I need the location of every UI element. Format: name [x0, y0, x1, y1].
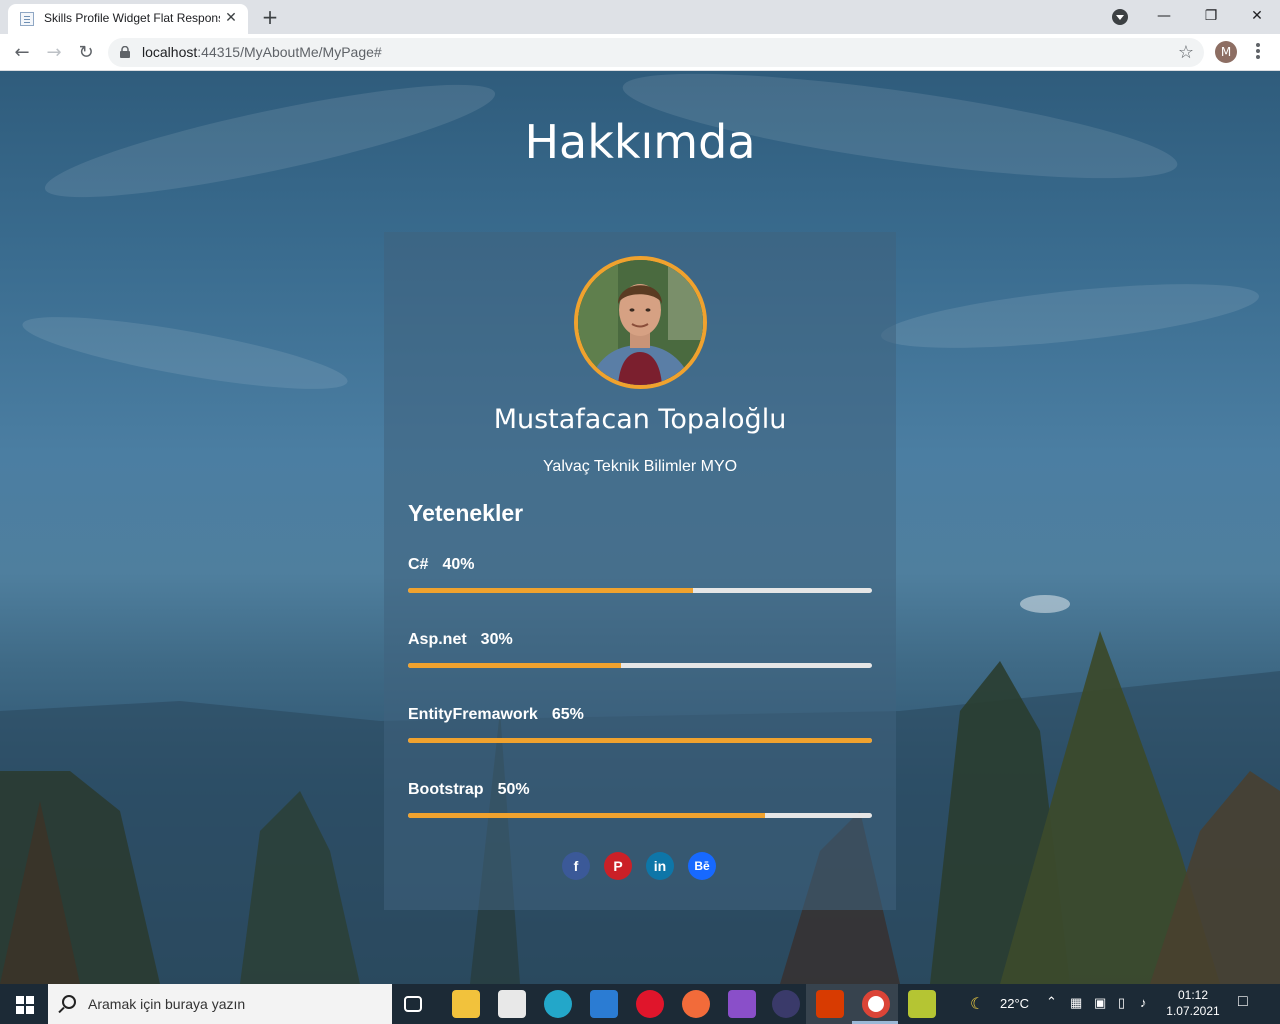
skills-heading: Yetenekler: [408, 500, 524, 526]
skill-percent: 30%: [480, 631, 513, 648]
skill-row-bootstrap: Bootstrap 50%: [408, 781, 872, 831]
skill-row-csharp: C# 40%: [408, 556, 872, 606]
skill-bar-fill: [408, 813, 765, 818]
weather-moon-icon[interactable]: ☾: [970, 994, 984, 1014]
weather-temperature[interactable]: 22°C: [1000, 996, 1029, 1011]
skill-name: Bootstrap: [408, 781, 484, 798]
skill-bar-track: [408, 663, 872, 668]
visual-studio-icon[interactable]: [728, 990, 756, 1018]
clock-time: 01:12: [1177, 988, 1209, 1002]
tab-search-icon[interactable]: [1112, 9, 1128, 25]
skill-name: EntityFremawork: [408, 706, 538, 723]
tab-title: Skills Profile Widget Flat Responsive: [44, 11, 220, 25]
facebook-icon[interactable]: f: [562, 852, 590, 880]
tray-chevron-up-icon[interactable]: ⌃: [1046, 994, 1057, 1010]
skill-label: EntityFremawork 65%: [408, 706, 584, 724]
restore-button[interactable]: ❐: [1189, 4, 1233, 28]
postman-icon[interactable]: [682, 990, 710, 1018]
skill-bar-fill: [408, 738, 872, 743]
opera-icon[interactable]: [636, 990, 664, 1018]
browser-tab[interactable]: Skills Profile Widget Flat Responsive ✕: [8, 4, 248, 34]
task-view-icon[interactable]: [404, 996, 422, 1012]
close-tab-icon[interactable]: ✕: [222, 9, 240, 27]
skill-bar-fill: [408, 588, 694, 593]
clock-date: 1.07.2021: [1166, 1004, 1220, 1018]
windows-taskbar: Aramak için buraya yazın ☾ 22°C ⌃ ▦ ▣ ▯ …: [0, 984, 1280, 1024]
network-icon[interactable]: ▣: [1094, 995, 1106, 1011]
volume-icon[interactable]: ♪: [1140, 995, 1147, 1010]
battery-icon[interactable]: ▯: [1118, 995, 1125, 1011]
people-icon[interactable]: ▦: [1070, 995, 1082, 1011]
url-path: :44315/MyAboutMe/MyPage#: [197, 44, 382, 60]
linkedin-icon[interactable]: in: [646, 852, 674, 880]
skill-label: Bootstrap 50%: [408, 781, 530, 799]
profile-avatar[interactable]: M: [1215, 41, 1237, 63]
skill-label: Asp.net 30%: [408, 631, 513, 649]
skill-bar-track: [408, 738, 872, 743]
skill-bar-track: [408, 813, 872, 818]
page-background: Hakkımda Mustafacan Topaloğlu Yalvaç Tek…: [0, 71, 1280, 984]
page-title: Hakkımda: [524, 115, 756, 169]
skill-bar-fill: [408, 663, 622, 668]
profile-card: Mustafacan Topaloğlu Yalvaç Teknik Bilim…: [384, 232, 896, 910]
back-arrow-icon[interactable]: ←: [8, 39, 36, 67]
profile-photo: [574, 256, 707, 389]
search-icon: [62, 995, 76, 1009]
behance-icon[interactable]: Bē: [688, 852, 716, 880]
minimize-button[interactable]: —: [1142, 4, 1186, 28]
skill-row-aspnet: Asp.net 30%: [408, 631, 872, 681]
taskbar-search-box[interactable]: Aramak için buraya yazın: [48, 984, 392, 1024]
start-button[interactable]: [0, 984, 48, 1024]
browser-menu-icon[interactable]: [1250, 42, 1266, 62]
mail-icon[interactable]: [590, 990, 618, 1018]
skill-label: C# 40%: [408, 556, 474, 574]
reload-icon[interactable]: ↻: [72, 39, 100, 67]
edge-icon[interactable]: [544, 990, 572, 1018]
eclipse-icon[interactable]: [772, 990, 800, 1018]
bookmark-star-icon[interactable]: ☆: [1178, 42, 1194, 63]
url-text: localhost:44315/MyAboutMe/MyPage#: [142, 44, 382, 60]
profile-name: Mustafacan Topaloğlu: [493, 404, 787, 435]
url-host: localhost: [142, 44, 198, 60]
skill-percent: 50%: [497, 781, 530, 798]
file-explorer-icon[interactable]: [452, 990, 480, 1018]
forward-arrow-icon[interactable]: →: [40, 39, 68, 67]
chrome-icon[interactable]: [862, 990, 890, 1018]
profile-photo-illustration: [578, 260, 703, 385]
taskbar-search-placeholder: Aramak için buraya yazın: [88, 996, 246, 1012]
browser-toolbar: ← → ↻ localhost:44315/MyAboutMe/MyPage# …: [0, 34, 1280, 71]
tab-strip: Skills Profile Widget Flat Responsive ✕ …: [0, 0, 1280, 34]
store-icon[interactable]: [498, 990, 526, 1018]
pinterest-icon[interactable]: P: [604, 852, 632, 880]
lock-icon[interactable]: [120, 46, 130, 58]
taskbar-clock[interactable]: 01:12 1.07.2021: [1160, 987, 1226, 1019]
office-icon[interactable]: [816, 990, 844, 1018]
notification-center-icon[interactable]: □: [1238, 993, 1248, 1011]
skill-row-entityframework: EntityFremawork 65%: [408, 706, 872, 756]
skill-percent: 65%: [551, 706, 584, 723]
page-favicon-icon: [20, 12, 34, 26]
new-tab-button[interactable]: +: [258, 6, 282, 30]
skill-name: Asp.net: [408, 631, 467, 648]
close-window-button[interactable]: ✕: [1235, 4, 1279, 28]
app-extra-icon[interactable]: [908, 990, 936, 1018]
skill-name: C#: [408, 556, 429, 573]
skill-percent: 40%: [442, 556, 475, 573]
skill-bar-track: [408, 588, 872, 593]
address-bar[interactable]: localhost:44315/MyAboutMe/MyPage# ☆: [108, 38, 1204, 67]
profile-school: Yalvaç Teknik Bilimler MYO: [542, 458, 738, 475]
